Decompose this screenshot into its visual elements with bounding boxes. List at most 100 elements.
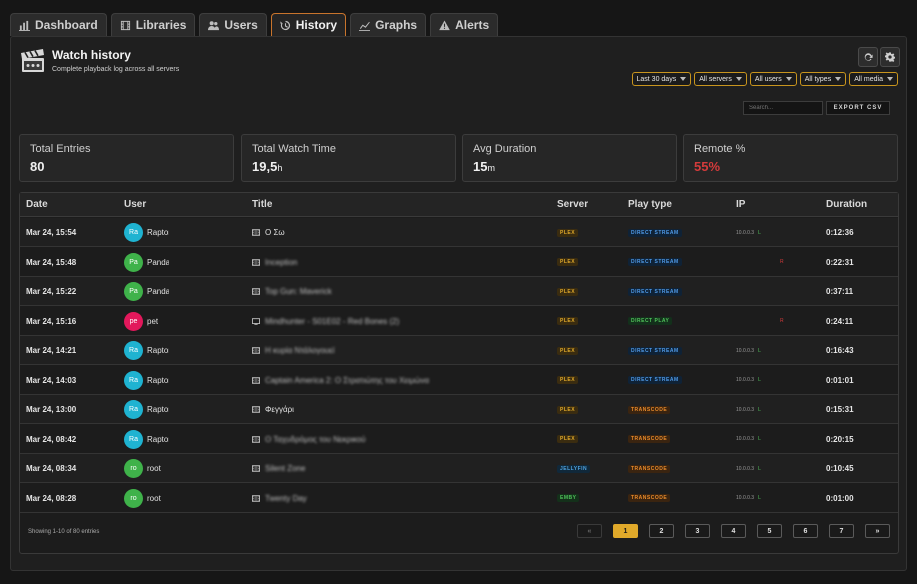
page-button[interactable]: 5 (757, 524, 782, 538)
row-username: Raptor (147, 346, 169, 355)
table-row[interactable]: Mar 24, 15:22 Pa Panda Top Gun: Maverick PLE… (20, 277, 898, 306)
column-ip[interactable]: IP (736, 199, 745, 210)
row-play-type: TRANSCODE (628, 484, 671, 513)
row-date: Mar 24, 08:28 (26, 493, 77, 503)
row-user[interactable]: ro root (124, 454, 161, 483)
row-server: PLEX (557, 395, 579, 424)
table-row[interactable]: Mar 24, 15:48 Pa Panda Inception PLEX DIRECT … (20, 248, 898, 277)
row-play-type: DIRECT STREAM (628, 248, 682, 277)
table-row[interactable]: Mar 24, 15:16 pe pet Mindhunter - S01E02 - … (20, 307, 898, 336)
row-title[interactable]: Φεγγάρι (252, 395, 294, 424)
column-server[interactable]: Server (557, 199, 588, 210)
column-duration[interactable]: Duration (826, 199, 867, 210)
media-select[interactable]: All media (849, 72, 898, 86)
row-user[interactable]: Ra Raptor (124, 336, 169, 365)
row-username: Panda (147, 287, 169, 296)
table-row[interactable]: Mar 24, 08:28 ro root Twenty Day EMBY TRANSCO… (20, 484, 898, 513)
table-row[interactable]: Mar 24, 14:21 Ra Raptor Η κυρία Ντάλογουεϊ P… (20, 336, 898, 365)
row-play-type: DIRECT STREAM (628, 366, 682, 395)
ip-location-flag: R (780, 259, 784, 265)
export-csv-button[interactable]: EXPORT CSV (826, 101, 890, 115)
page-button[interactable]: 4 (721, 524, 746, 538)
next-page-button[interactable]: » (865, 524, 890, 538)
column-date[interactable]: Date (26, 199, 48, 210)
page-button[interactable]: 7 (829, 524, 854, 538)
column-user[interactable]: User (124, 199, 146, 210)
table-row[interactable]: Mar 24, 13:00 Ra Raptor Φεγγάρι PLEX TRANSCOD… (20, 395, 898, 424)
page-button[interactable]: 6 (793, 524, 818, 538)
row-title[interactable]: Captain America 2: Ο Στρατιώτης του Χειμ… (252, 366, 429, 395)
film-icon (252, 347, 260, 354)
row-server: PLEX (557, 425, 579, 454)
ip-address: 10.0.0.3 (736, 495, 755, 501)
page-button[interactable]: 1 (613, 524, 638, 538)
row-title-text: Captain America 2: Ο Στρατιώτης του Χειμ… (265, 375, 430, 385)
row-server: PLEX (557, 366, 579, 395)
table-row[interactable]: Mar 24, 08:42 Ra Raptor Ο Ταχυδρόμος του Νε… (20, 425, 898, 454)
page-title: Watch history (52, 48, 131, 62)
row-date: Mar 24, 15:48 (26, 257, 77, 267)
avatar: Ra (124, 223, 143, 242)
page-button[interactable]: 3 (685, 524, 710, 538)
prev-page-button[interactable]: « (577, 524, 602, 538)
column-title[interactable]: Title (252, 199, 272, 210)
row-user[interactable]: Ra Raptor (124, 218, 169, 247)
row-user[interactable]: Pa Panda (124, 248, 169, 277)
row-user[interactable]: Ra Raptor (124, 395, 169, 424)
user-select[interactable]: All users (749, 72, 797, 86)
page-button[interactable]: 2 (649, 524, 674, 538)
row-title[interactable]: Mindhunter - S01E02 - Red Bones (2) (252, 307, 399, 336)
tab-dashboard[interactable]: Dashboard (10, 13, 107, 36)
row-ip: R (736, 248, 784, 277)
row-user[interactable]: pe pet (124, 307, 158, 336)
row-duration: 0:01:01 (826, 375, 854, 385)
server-badge: PLEX (557, 258, 579, 266)
row-title[interactable]: Top Gun: Maverick (252, 277, 332, 306)
type-select[interactable]: All types (799, 72, 847, 86)
tab-libraries[interactable]: Libraries (110, 13, 196, 36)
tab-alerts[interactable]: Alerts (430, 13, 499, 36)
row-username: Raptor (147, 434, 169, 444)
row-server: PLEX (557, 248, 579, 277)
tab-history[interactable]: History (270, 13, 347, 36)
tab-graphs[interactable]: Graphs (350, 13, 427, 36)
column-play-type[interactable]: Play type (628, 199, 672, 210)
play-type-badge: DIRECT PLAY (628, 317, 673, 325)
row-title-text: Twenty Day (265, 493, 307, 503)
table-row[interactable]: Mar 24, 08:34 ro root Silent Zone JELLYFIN TR… (20, 454, 898, 483)
row-duration: 0:15:31 (826, 405, 854, 414)
ip-location-flag: L (758, 229, 761, 236)
settings-button[interactable] (880, 47, 900, 67)
server-select[interactable]: All servers (694, 72, 747, 86)
row-title-text: Ο Ταχυδρόμος του Νεκρικού (265, 434, 366, 444)
row-title[interactable]: Ο Ταχυδρόμος του Νεκρικού (252, 425, 366, 454)
row-user[interactable]: ro root (124, 484, 161, 513)
stat-remote-percent: Remote % 55% (683, 134, 898, 182)
warning-icon (439, 19, 450, 30)
row-user[interactable]: Ra Raptor (124, 366, 169, 395)
row-play-type: DIRECT PLAY (628, 307, 673, 336)
row-duration: 0:22:31 (826, 257, 854, 267)
row-title[interactable]: Ο Σω (252, 218, 285, 247)
row-user[interactable]: Ra Raptor (124, 425, 169, 454)
row-server: PLEX (557, 336, 579, 365)
table-row[interactable]: Mar 24, 14:03 Ra Raptor Captain America 2: … (20, 366, 898, 395)
refresh-button[interactable] (858, 47, 878, 67)
pagination: « 1 2 3 4 5 6 7 » (577, 524, 890, 538)
history-table: Date User Title Server Play type IP Dura… (19, 192, 899, 554)
row-title[interactable]: Twenty Day (252, 484, 307, 513)
search-input[interactable] (743, 101, 823, 115)
clapperboard-icon (21, 49, 44, 72)
ip-address: 10.0.0.3 (736, 436, 755, 442)
date-range-select[interactable]: Last 30 days (631, 72, 692, 86)
row-title[interactable]: Silent Zone (252, 454, 305, 483)
row-title-text: Mindhunter - S01E02 - Red Bones (2) (265, 316, 400, 326)
row-title[interactable]: Inception (252, 248, 297, 277)
table-row[interactable]: Mar 24, 15:54 Ra Raptor Ο Σω PLEX DIRECT STRE… (20, 218, 898, 247)
filter-bar: Last 30 days All servers All users All t… (631, 72, 898, 86)
tab-users[interactable]: Users (199, 13, 267, 36)
row-server: PLEX (557, 277, 579, 306)
tab-label: Users (224, 18, 258, 32)
row-user[interactable]: Pa Panda (124, 277, 169, 306)
row-title[interactable]: Η κυρία Ντάλογουεϊ (252, 336, 335, 365)
